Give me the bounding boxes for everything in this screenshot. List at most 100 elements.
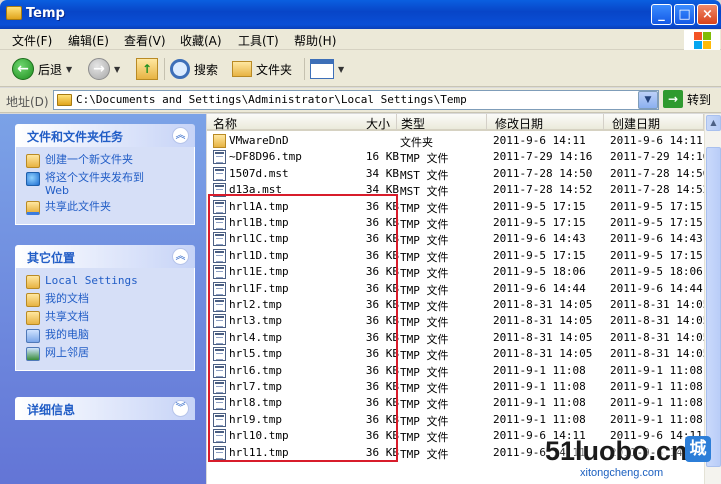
menu-edit[interactable]: 编辑(E) — [68, 32, 109, 49]
file-size: 16 KB — [365, 150, 399, 164]
file-name: hrl10.tmp — [229, 429, 289, 443]
forward-arrow-icon: → — [88, 58, 110, 80]
share-folder-icon — [26, 201, 40, 215]
file-row[interactable]: hrl6.tmp 36 KB TMP 文件 2011-9-1 11:08 2011-9-… — [207, 363, 704, 379]
file-icon — [213, 330, 226, 345]
file-row[interactable]: hrl1F.tmp 36 KB TMP 文件 2011-9-6 14:44 2011-9… — [207, 281, 704, 297]
collapse-icon[interactable]: ︽ — [172, 127, 189, 144]
file-icon — [213, 429, 226, 444]
file-icon — [213, 248, 226, 263]
file-created: 2011-9-5 17:15 — [610, 199, 703, 213]
file-row[interactable]: VMwareDnD 文件夹 2011-9-6 14:11 2011-9-6 14:11 — [207, 133, 704, 149]
menu-tools[interactable]: 工具(T) — [238, 32, 279, 49]
file-modified: 2011-9-1 11:08 — [493, 396, 586, 410]
collapse-icon[interactable]: ︽ — [172, 248, 189, 265]
folder-icon — [213, 134, 226, 148]
column-header-modified[interactable]: 修改日期 — [487, 114, 604, 131]
back-button[interactable]: ← 后退 ▼ — [12, 56, 72, 82]
menu-view[interactable]: 查看(V) — [124, 32, 166, 49]
minimize-button[interactable]: _ — [651, 4, 672, 25]
file-row[interactable]: hrl8.tmp 36 KB TMP 文件 2011-9-1 11:08 2011-9-… — [207, 395, 704, 411]
windows-logo-icon — [684, 30, 720, 50]
folders-button[interactable]: 文件夹 — [232, 56, 292, 82]
go-button[interactable]: → 转到 — [663, 90, 711, 108]
column-header-created[interactable]: 创建日期 — [604, 114, 704, 131]
file-row[interactable]: hrl1D.tmp 36 KB TMP 文件 2011-9-5 17:15 2011-9… — [207, 248, 704, 264]
file-size: 36 KB — [365, 199, 399, 213]
file-row[interactable]: ~DF8D96.tmp 16 KB TMP 文件 2011-7-29 14:16 201… — [207, 149, 704, 165]
file-tasks-header[interactable]: 文件和文件夹任务 ︽ — [15, 124, 195, 147]
place-shared-documents[interactable]: 共享文档 — [26, 310, 194, 325]
menu-help[interactable]: 帮助(H) — [294, 32, 336, 49]
scroll-up-button[interactable]: ▲ — [706, 115, 721, 131]
file-name: hrl1F.tmp — [229, 281, 289, 295]
file-size: 34 KB — [365, 183, 399, 197]
file-size: 36 KB — [365, 216, 399, 229]
place-local-settings[interactable]: Local Settings — [26, 274, 194, 289]
menu-favorites[interactable]: 收藏(A) — [180, 32, 222, 49]
address-label: 地址(D) — [6, 95, 49, 109]
file-row[interactable]: 1507d.mst 34 KB MST 文件 2011-7-28 14:50 2011-… — [207, 166, 704, 182]
vertical-scrollbar[interactable]: ▲ — [704, 114, 721, 484]
file-modified: 2011-9-5 17:15 — [493, 216, 586, 229]
file-row[interactable]: hrl9.tmp 36 KB TMP 文件 2011-9-1 11:08 2011-9-… — [207, 412, 704, 428]
file-row[interactable]: d13a.mst 34 KB MST 文件 2011-7-28 14:52 2011-7… — [207, 182, 704, 198]
file-type: TMP 文件 — [400, 349, 449, 363]
file-name: hrl1B.tmp — [229, 216, 289, 229]
other-places-header[interactable]: 其它位置 ︽ — [15, 245, 195, 268]
chevron-down-icon[interactable]: ▼ — [66, 65, 72, 74]
file-row[interactable]: hrl4.tmp 36 KB TMP 文件 2011-8-31 14:05 2011-8… — [207, 330, 704, 346]
file-modified: 2011-9-1 11:08 — [493, 380, 586, 393]
file-row[interactable]: hrl1A.tmp 36 KB TMP 文件 2011-9-5 17:15 2011-9… — [207, 199, 704, 215]
column-header-size[interactable]: 大小 — [327, 114, 397, 131]
search-button[interactable]: 搜索 — [170, 56, 218, 82]
search-icon — [170, 59, 190, 79]
menu-file[interactable]: 文件(F) — [12, 32, 52, 49]
place-network[interactable]: 网上邻居 — [26, 346, 194, 361]
column-header-type[interactable]: 类型 — [397, 114, 487, 131]
file-size: 36 KB — [365, 248, 399, 262]
address-path[interactable]: C:\Documents and Settings\Administrator\… — [76, 93, 467, 106]
task-share-folder[interactable]: 共享此文件夹 — [26, 200, 194, 215]
task-publish-web[interactable]: 将这个文件夹发布到 Web — [26, 171, 194, 197]
title-bar[interactable]: Temp _ □ × — [0, 0, 721, 29]
file-row[interactable]: hrl3.tmp 36 KB TMP 文件 2011-8-31 14:05 2011-8… — [207, 313, 704, 329]
place-label: 我的文档 — [45, 292, 89, 305]
file-row[interactable]: hrl7.tmp 36 KB TMP 文件 2011-9-1 11:08 2011-9-… — [207, 379, 704, 395]
file-row[interactable]: hrl1B.tmp 36 KB TMP 文件 2011-9-5 17:15 2011-9… — [207, 215, 704, 231]
file-size: 36 KB — [365, 281, 399, 295]
file-row[interactable]: hrl5.tmp 36 KB TMP 文件 2011-8-31 14:05 2011-8… — [207, 346, 704, 362]
maximize-button[interactable]: □ — [674, 4, 695, 25]
file-created: 2011-7-29 14:16 — [610, 150, 704, 164]
views-button[interactable]: ▼ — [310, 56, 344, 82]
file-icon — [213, 265, 226, 280]
expand-icon[interactable]: ︾ — [172, 400, 189, 417]
file-name: VMwareDnD — [229, 134, 289, 147]
address-dropdown-button[interactable]: ▼ — [638, 91, 658, 109]
other-places-title: 其它位置 — [27, 251, 76, 265]
close-button[interactable]: × — [697, 4, 718, 25]
file-type: TMP 文件 — [400, 201, 449, 215]
file-name: hrl1A.tmp — [229, 199, 289, 213]
search-label: 搜索 — [194, 62, 219, 77]
place-label: 共享文档 — [45, 310, 89, 323]
chevron-down-icon[interactable]: ▼ — [338, 65, 344, 74]
details-header[interactable]: 详细信息 ︾ — [15, 397, 195, 420]
address-field[interactable]: C:\Documents and Settings\Administrator\… — [53, 90, 659, 110]
task-new-folder[interactable]: 创建一个新文件夹 — [26, 153, 194, 168]
place-my-documents[interactable]: 我的文档 — [26, 292, 194, 307]
file-size: 36 KB — [365, 232, 399, 246]
file-row[interactable]: hrl1C.tmp 36 KB TMP 文件 2011-9-6 14:43 2011-9… — [207, 231, 704, 247]
chevron-down-icon[interactable]: ▼ — [114, 65, 120, 74]
up-folder-button[interactable]: ↑ — [136, 56, 158, 82]
shared-documents-icon — [26, 311, 40, 325]
place-my-computer[interactable]: 我的电脑 — [26, 328, 194, 343]
file-row[interactable]: hrl1E.tmp 36 KB TMP 文件 2011-9-5 18:06 2011-9… — [207, 264, 704, 280]
scroll-thumb[interactable] — [706, 147, 721, 467]
forward-button[interactable]: → ▼ — [88, 56, 120, 82]
file-size: 36 KB — [365, 330, 399, 344]
file-row[interactable]: hrl2.tmp 36 KB TMP 文件 2011-8-31 14:05 2011-8… — [207, 297, 704, 313]
toolbar-separator — [304, 58, 305, 80]
folder-icon — [57, 94, 72, 106]
file-modified: 2011-9-5 17:15 — [493, 199, 586, 213]
